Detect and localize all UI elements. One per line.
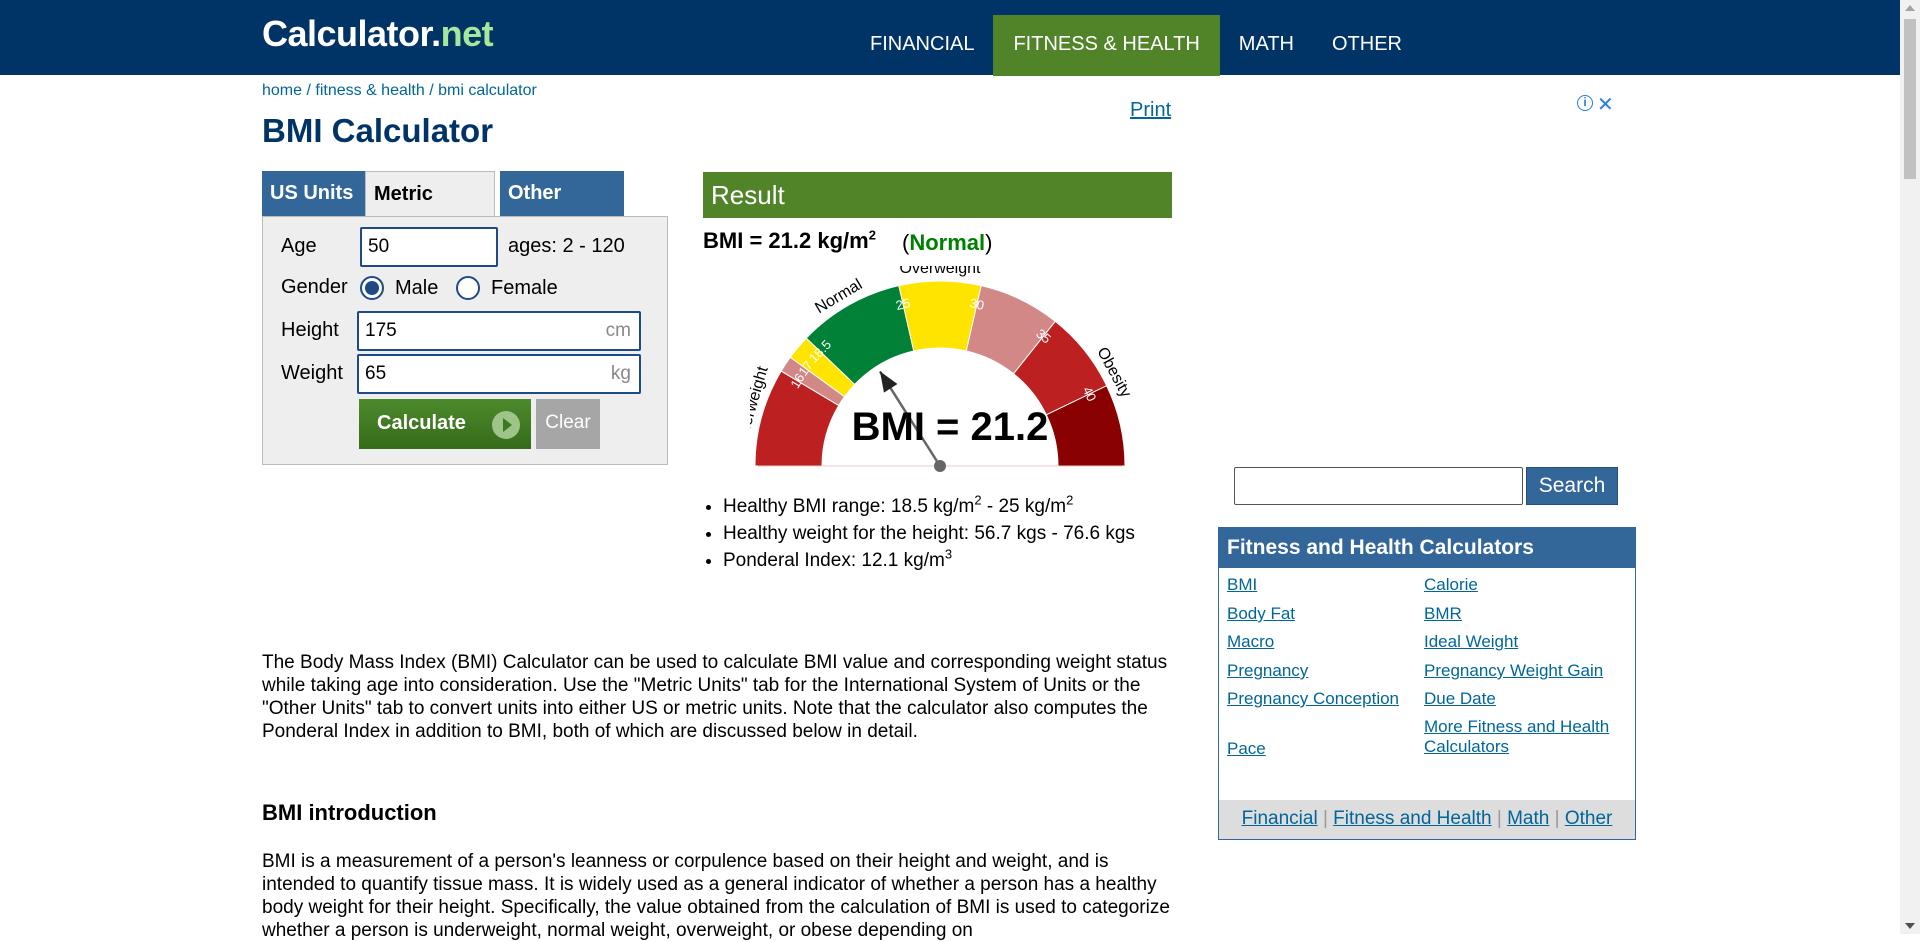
age-hint: ages: 2 - 120: [508, 235, 625, 257]
bmi-gauge: 161718.525 303540 UnderweightNormalOverwe…: [750, 266, 1130, 472]
ad-info-icon[interactable]: i: [1577, 95, 1593, 111]
ponderal-index: Ponderal Index: 12.1 kg/m3: [723, 548, 1135, 573]
fitness-health-calculators-panel: Fitness and Health Calculators BMI Body …: [1218, 527, 1636, 840]
bmi-introduction-heading: BMI introduction: [262, 800, 437, 825]
link-pregnancy-weight-gain[interactable]: Pregnancy Weight Gain: [1424, 661, 1603, 681]
top-header-bar: Calculator.net FINANCIAL FITNESS & HEALT…: [0, 0, 1920, 76]
weight-label: Weight: [281, 362, 343, 384]
search-button[interactable]: Search: [1526, 467, 1618, 505]
nav-fitness-health[interactable]: FITNESS & HEALTH: [993, 15, 1220, 76]
ad-close-icon[interactable]: ✕: [1597, 92, 1614, 117]
link-calorie[interactable]: Calorie: [1424, 575, 1478, 595]
healthy-bmi-range: Healthy BMI range: 18.5 kg/m2 - 25 kg/m2: [723, 494, 1135, 519]
footer-link-math[interactable]: Math: [1507, 808, 1549, 829]
site-logo[interactable]: Calculator.net: [262, 13, 494, 55]
footer-link-fitness-health[interactable]: Fitness and Health: [1333, 808, 1491, 829]
search-input[interactable]: [1234, 467, 1523, 505]
tab-metric-units[interactable]: Metric Units: [365, 171, 495, 249]
nav-other[interactable]: OTHER: [1313, 15, 1421, 76]
age-input[interactable]: 50: [360, 227, 498, 267]
gauge-readout: BMI = 21.2: [852, 405, 1049, 449]
breadcrumb-fitness-health[interactable]: fitness & health: [315, 82, 424, 99]
link-pregnancy[interactable]: Pregnancy: [1227, 661, 1308, 681]
weight-input[interactable]: 65 kg: [357, 354, 641, 394]
result-header: Result: [703, 172, 1172, 218]
clear-button[interactable]: Clear: [536, 399, 600, 449]
breadcrumb-bmi-calculator[interactable]: bmi calculator: [438, 82, 537, 99]
gauge-label-overweight: Overweight: [900, 266, 981, 277]
tab-us-units[interactable]: US Units: [262, 171, 366, 216]
height-input[interactable]: 175 cm: [357, 311, 641, 351]
height-unit: cm: [605, 320, 631, 341]
height-label: Height: [281, 319, 339, 341]
tab-other-units[interactable]: Other Units: [500, 171, 624, 248]
bmi-result-value: BMI = 21.2 kg/m2: [703, 227, 876, 253]
scroll-up-arrow-icon[interactable]: [1905, 5, 1915, 11]
breadcrumb: home / fitness & health / bmi calculator: [262, 82, 537, 99]
scroll-down-arrow-icon[interactable]: [1905, 923, 1915, 929]
print-link[interactable]: Print: [1130, 99, 1171, 122]
main-nav: FINANCIAL FITNESS & HEALTH MATH OTHER: [851, 15, 1421, 76]
link-pace[interactable]: Pace: [1227, 739, 1266, 759]
gender-label: Gender: [281, 276, 348, 298]
calculate-button[interactable]: Calculate: [359, 399, 531, 449]
link-due-date[interactable]: Due Date: [1424, 689, 1496, 709]
nav-math[interactable]: MATH: [1220, 15, 1313, 76]
panel-footer-nav: Financial | Fitness and Health | Math | …: [1219, 800, 1635, 839]
panel-title: Fitness and Health Calculators: [1219, 528, 1635, 568]
healthy-weight-range: Healthy weight for the height: 56.7 kgs …: [723, 521, 1135, 546]
link-macro[interactable]: Macro: [1227, 632, 1274, 652]
nav-financial[interactable]: FINANCIAL: [851, 15, 993, 76]
calculator-form: Age 50 ages: 2 - 120 Gender Male Female …: [262, 216, 668, 465]
link-ideal-weight[interactable]: Ideal Weight: [1424, 632, 1518, 652]
scrollbar-thumb[interactable]: [1904, 19, 1916, 179]
gender-male-radio[interactable]: [360, 276, 384, 300]
link-bmr[interactable]: BMR: [1424, 604, 1462, 624]
result-details-list: Healthy BMI range: 18.5 kg/m2 - 25 kg/m2…: [705, 494, 1135, 575]
link-bmi[interactable]: BMI: [1227, 575, 1257, 595]
gender-female-label[interactable]: Female: [491, 277, 558, 300]
page-title: BMI Calculator: [262, 112, 494, 149]
age-label: Age: [281, 235, 317, 257]
gauge-needle-hub: [934, 460, 946, 472]
gauge-needle-head: [879, 371, 898, 393]
footer-link-financial[interactable]: Financial: [1242, 808, 1318, 829]
footer-link-other[interactable]: Other: [1565, 808, 1613, 829]
bmi-status: (Normal): [902, 230, 993, 255]
breadcrumb-home[interactable]: home: [262, 82, 302, 99]
link-body-fat[interactable]: Body Fat: [1227, 604, 1295, 624]
link-pregnancy-conception[interactable]: Pregnancy Conception: [1227, 689, 1399, 709]
link-more-fitness-health[interactable]: More Fitness and Health Calculators: [1424, 717, 1624, 757]
weight-unit: kg: [610, 363, 631, 384]
bmi-introduction-paragraph: BMI is a measurement of a person's leann…: [262, 851, 1170, 941]
gender-male-label[interactable]: Male: [395, 277, 438, 300]
play-arrow-icon: [492, 411, 520, 439]
page-scrollbar[interactable]: [1900, 0, 1920, 934]
gender-female-radio[interactable]: [456, 276, 480, 300]
intro-paragraph: The Body Mass Index (BMI) Calculator can…: [262, 652, 1168, 742]
